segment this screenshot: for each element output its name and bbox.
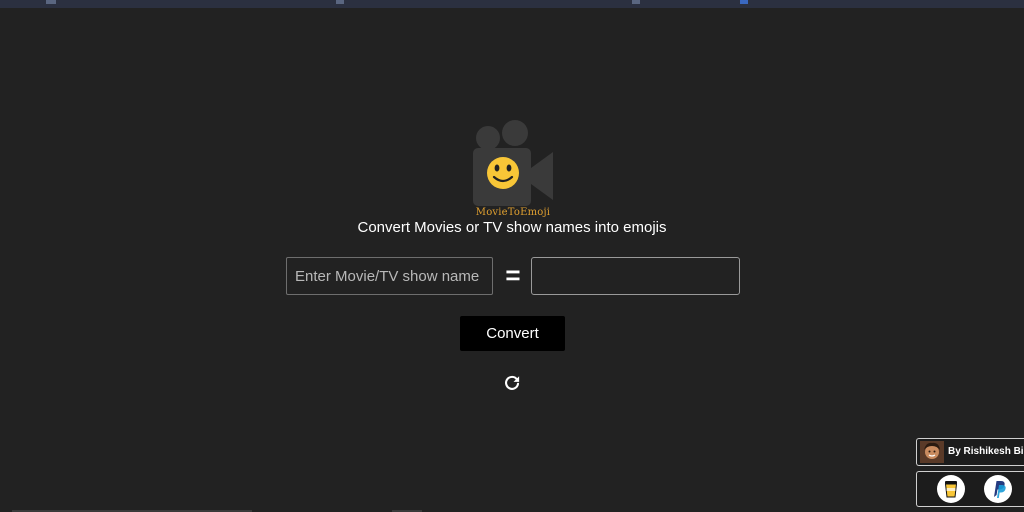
paypal-icon[interactable] [984, 475, 1012, 503]
coffee-cup-icon[interactable] [937, 475, 965, 503]
movie-name-input[interactable] [286, 257, 493, 295]
browser-tab-fragment [632, 0, 640, 4]
app-logo: MovieToEmoji [470, 120, 556, 220]
author-credit-badge[interactable]: By Rishikesh Bidk [916, 438, 1024, 466]
page-content: MovieToEmoji Convert Movies or TV show n… [0, 8, 1024, 512]
refresh-icon[interactable] [503, 374, 521, 392]
browser-tab-fragment [46, 0, 56, 4]
camera-smiley-icon [473, 120, 553, 206]
author-credit-text: By Rishikesh Bidk [948, 446, 1024, 457]
browser-toolbar-edge [0, 0, 1024, 8]
page-tagline: Convert Movies or TV show names into emo… [357, 219, 667, 236]
emoji-output-field[interactable] [531, 257, 740, 295]
browser-tab-fragment [336, 0, 344, 4]
convert-button[interactable]: Convert [460, 316, 565, 351]
browser-tab-fragment [740, 0, 748, 4]
author-avatar [920, 441, 944, 463]
donate-panel [916, 471, 1024, 507]
logo-caption: MovieToEmoji [475, 207, 551, 218]
equals-sign: = [505, 260, 521, 290]
